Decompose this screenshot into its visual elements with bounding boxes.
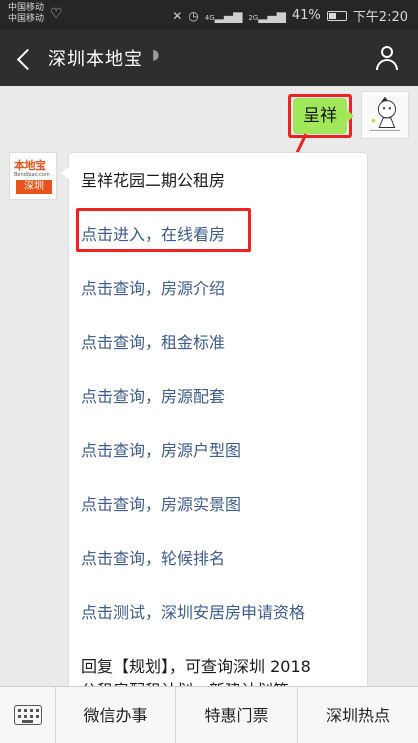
reply-plan-line-2: 公租房配租计划、新建计划等 — [81, 677, 289, 686]
link-rent-standard[interactable]: 点击查询，租金标准 — [81, 329, 225, 353]
link-real-photos[interactable]: 点击查询，房源实景图 — [81, 491, 241, 515]
signal-2-icon: 2G▂▄▆ — [248, 8, 286, 23]
logo-city: 深圳 — [16, 180, 52, 194]
carrier-name-1: 中国移动 — [8, 3, 45, 13]
link-queue-rank[interactable]: 点击查询，轮候排名 — [81, 545, 225, 569]
back-icon[interactable] — [14, 44, 38, 72]
ear-mode-icon: ◗ — [152, 47, 160, 63]
battery-icon — [326, 10, 347, 21]
signal-1-icon: 4G▂▄▆ — [204, 8, 243, 23]
carrier-info: 中国移动 中国移动 — [8, 3, 44, 25]
reply-title: 呈祥花园二期公租房 — [81, 171, 226, 190]
menu-discount-tickets[interactable]: 特惠门票 — [176, 687, 298, 743]
battery-percent: 41% — [291, 8, 321, 23]
keyboard-toggle[interactable] — [0, 687, 56, 743]
chat-area[interactable]: 呈祥 本地宝 Bendibao.com 深圳 呈祥花园二期公租房 点击进入，在线… — [0, 86, 418, 686]
mute-icon: ✕ — [172, 8, 183, 23]
menu-wechat-service[interactable]: 微信办事 — [56, 687, 176, 743]
profile-icon[interactable] — [374, 44, 400, 72]
self-avatar[interactable] — [361, 91, 409, 139]
alarm-icon: ◷ — [188, 8, 199, 23]
link-eligibility-test[interactable]: 点击测试，深圳安居房申请资格 — [81, 599, 305, 623]
status-indicators: ✕ ◷ 4G▂▄▆ 2G▂▄▆ 41% 下午2:20 — [172, 6, 408, 25]
bot-avatar[interactable]: 本地宝 Bendibao.com 深圳 — [9, 152, 57, 200]
signal-2-label: 2G — [248, 13, 259, 22]
page-title: 深圳本地宝 — [48, 49, 143, 70]
clock: 下午2:20 — [352, 10, 408, 25]
keyboard-icon — [14, 705, 42, 725]
signal-1-label: 4G — [204, 13, 215, 22]
status-bar: 中国移动 中国移动 ♡ ✕ ◷ 4G▂▄▆ 2G▂▄▆ 41% 下午2:20 — [0, 0, 418, 30]
link-view-online[interactable]: 点击进入，在线看房 — [81, 221, 225, 245]
link-floor-plan[interactable]: 点击查询，房源户型图 — [81, 437, 241, 461]
carrier-name-2: 中国移动 — [8, 14, 45, 24]
health-heart-icon: ♡ — [50, 6, 63, 22]
link-facilities[interactable]: 点击查询，房源配套 — [81, 383, 225, 407]
bottom-menu: 微信办事 特惠门票 深圳热点 — [0, 686, 418, 743]
link-house-intro[interactable]: 点击查询，房源介绍 — [81, 275, 225, 299]
chat-header: 深圳本地宝 ◗ — [0, 30, 418, 86]
menu-shenzhen-hot[interactable]: 深圳热点 — [298, 687, 418, 743]
logo-url: Bendibao.com — [14, 172, 50, 178]
logo-brand: 本地宝 — [14, 159, 46, 172]
bot-message-bubble: 呈祥花园二期公租房 点击进入，在线看房 点击查询，房源介绍 点击查询，租金标准 … — [61, 152, 368, 686]
reply-plan-line-1: 回复【规划】，可查询深圳 2018 — [81, 657, 311, 676]
